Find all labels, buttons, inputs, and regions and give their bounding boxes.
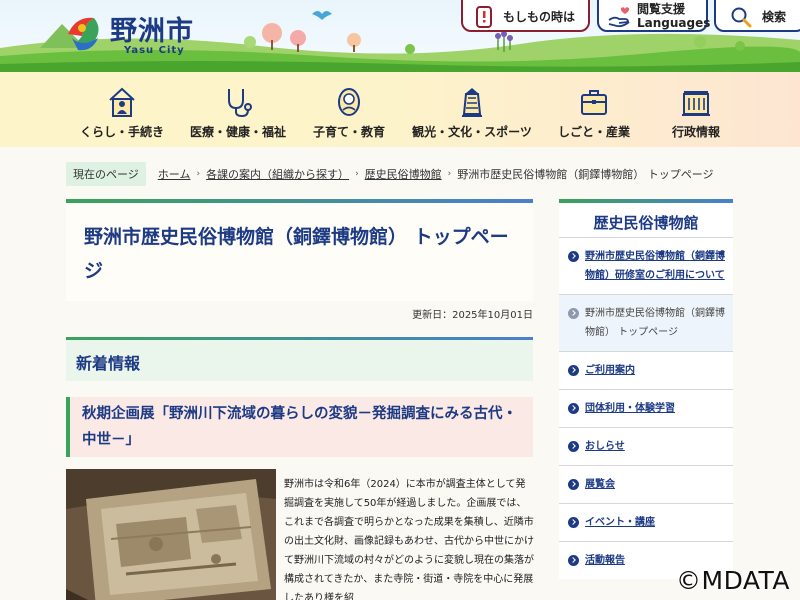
stethoscope-icon — [228, 89, 252, 118]
site-header: 野洲市 Yasu City もしもの時は 閲覧支援 Languages 検索 — [0, 0, 800, 72]
hand-heart-icon — [608, 7, 630, 28]
reading-support-text-ja: 閲覧支援 — [637, 2, 686, 16]
nav-item-childcare[interactable]: 子育て・教育 — [306, 72, 392, 147]
page-title-box: 野洲市歴史民俗博物館（銅鐸博物館） トップページ — [66, 199, 533, 301]
sidebar-item-group-use[interactable]: 団体利用・体験学習 — [559, 389, 733, 427]
sidebar-item-label: イベント・講座 — [585, 517, 655, 528]
updated-date: 更新日：2025年10月01日 — [412, 310, 533, 321]
sidebar-title-box: 歴史民俗博物館 — [559, 199, 733, 237]
city-logo[interactable]: 野洲市 Yasu City — [62, 8, 212, 56]
emergency-button[interactable]: もしもの時は — [461, 0, 590, 32]
nav-label: 医療・健康・福祉 — [189, 125, 286, 139]
arrow-circle-icon — [568, 308, 579, 319]
breadcrumb-here: 野洲市歴史民俗博物館（銅鐸博物館） トップページ — [457, 168, 714, 181]
news-section-header: 新着情報 — [66, 337, 533, 381]
arrow-circle-icon — [568, 517, 579, 528]
chevron-right-icon: › — [355, 169, 359, 179]
nav-item-tourism[interactable]: 観光・文化・スポーツ — [410, 72, 534, 147]
bell-tower-icon — [462, 88, 482, 117]
search-label: 検索 — [762, 10, 787, 24]
sidebar-item-label: 野洲市歴史民俗博物館（銅鐸博物館） トップページ — [585, 308, 725, 338]
baby-icon — [338, 88, 360, 116]
nav-label: しごと・産業 — [557, 125, 630, 139]
logo-subtitle: Yasu City — [124, 45, 185, 56]
nav-label: 子育て・教育 — [312, 125, 385, 139]
breadcrumb: 現在のページ ホーム › 各課の案内（組織から探す） › 歴史民俗博物館 › 野… — [66, 162, 714, 186]
arrow-circle-icon — [568, 441, 579, 452]
arrow-circle-icon — [568, 479, 579, 490]
sidebar-item-usage-guide[interactable]: ご利用案内 — [559, 351, 733, 389]
sidebar-item-label: おしらせ — [585, 441, 625, 452]
nav-label: くらし・手続き — [79, 125, 164, 139]
arrow-circle-icon — [568, 251, 579, 262]
sidebar-item-events[interactable]: イベント・講座 — [559, 503, 733, 541]
global-navigation: くらし・手続き 医療・健康・福祉 子育て・教育 観光・文化・スポーツ しごと・産… — [0, 72, 800, 147]
breadcrumb-organization-link[interactable]: 各課の案内（組織から探す） — [206, 166, 349, 182]
sidebar-item-exhibitions[interactable]: 展覧会 — [559, 465, 733, 503]
sidebar-item-news[interactable]: おしらせ — [559, 427, 733, 465]
sidebar-item-label: 団体利用・体験学習 — [585, 403, 675, 414]
sidebar-item-label: 野洲市歴史民俗博物館（銅鐸博物館）研修室のご利用について — [585, 251, 725, 281]
arrow-circle-icon — [568, 403, 579, 414]
languages-text: Languages — [637, 16, 711, 30]
sidebar-item-label: 活動報告 — [585, 555, 625, 566]
city-emblem-icon — [68, 17, 99, 51]
search-icon — [731, 7, 752, 28]
reading-support-label: 閲覧支援 Languages — [637, 2, 710, 30]
sidebar-title[interactable]: 歴史民俗博物館 — [593, 214, 698, 232]
excavation-photo — [66, 469, 276, 600]
nav-item-living[interactable]: くらし・手続き — [72, 72, 172, 147]
breadcrumb-current-label: 現在のページ — [66, 162, 146, 186]
emergency-label: もしもの時は — [503, 10, 576, 24]
nav-item-work[interactable]: しごと・産業 — [556, 72, 632, 147]
arrow-circle-icon — [568, 365, 579, 376]
chevron-right-icon: › — [447, 169, 452, 179]
sidebar-item-label: 展覧会 — [585, 479, 615, 490]
briefcase-icon — [581, 90, 607, 115]
main-content: 野洲市歴史民俗博物館（銅鐸博物館） トップページ 更新日：2025年10月01日… — [66, 199, 534, 600]
sidebar-item-top-page[interactable]: 野洲市歴史民俗博物館（銅鐸博物館） トップページ — [559, 294, 733, 351]
article-title-box: 秋期企画展「野洲川下流域の暮らしの変貌－発掘調査にみる古代・中世－」 — [66, 397, 533, 457]
reading-support-button[interactable]: 閲覧支援 Languages — [597, 0, 710, 32]
nav-item-administration[interactable]: 行政情報 — [660, 72, 732, 147]
news-heading: 新着情報 — [76, 354, 141, 373]
breadcrumb-museum-link[interactable]: 歴史民俗博物館 — [365, 166, 442, 182]
page-title: 野洲市歴史民俗博物館（銅鐸博物館） トップページ — [84, 226, 509, 282]
nav-label: 観光・文化・スポーツ — [412, 125, 532, 139]
nav-item-health[interactable]: 医療・健康・福祉 — [183, 72, 293, 147]
chevron-right-icon: › — [196, 169, 201, 179]
article-body: 野洲市は令和6年（2024）に本市が調査主体として発掘調査を実施して50年が経過… — [284, 479, 534, 600]
house-person-icon — [109, 87, 135, 117]
arrow-circle-icon — [568, 555, 579, 566]
search-button[interactable]: 検索 — [714, 0, 800, 32]
sidebar: 歴史民俗博物館 野洲市歴史民俗博物館（銅鐸博物館）研修室のご利用について 野洲市… — [559, 199, 733, 579]
excavation-site-image — [66, 469, 276, 600]
sidebar-item-training-room[interactable]: 野洲市歴史民俗博物館（銅鐸博物館）研修室のご利用について — [559, 237, 733, 294]
nav-label: 行政情報 — [671, 125, 720, 139]
sidebar-item-label: ご利用案内 — [585, 365, 635, 376]
logo-title: 野洲市 — [110, 16, 194, 47]
copyright-watermark: ©MDATA — [676, 566, 790, 595]
alert-phone-icon — [476, 6, 492, 28]
city-hall-icon — [682, 91, 710, 116]
article-title: 秋期企画展「野洲川下流域の暮らしの変貌－発掘調査にみる古代・中世－」 — [82, 406, 517, 448]
breadcrumb-home-link[interactable]: ホーム — [158, 166, 191, 182]
